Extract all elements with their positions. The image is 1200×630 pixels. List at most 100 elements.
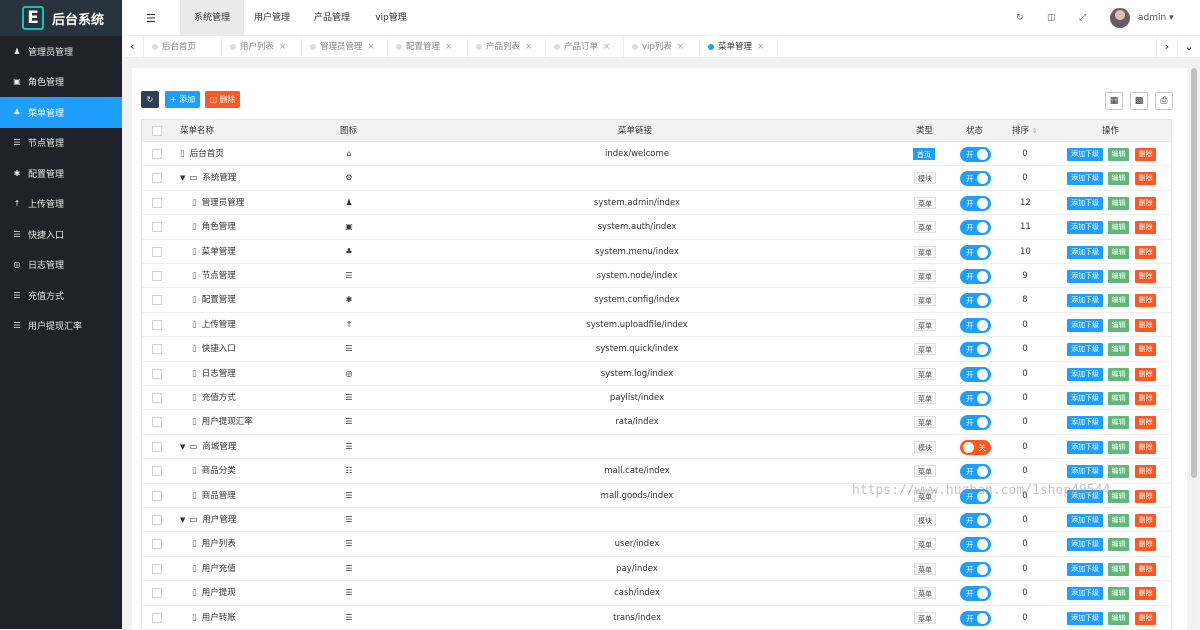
- row-checkbox[interactable]: [152, 466, 162, 477]
- sidebar-item[interactable]: ♣ 菜单管理: [0, 97, 122, 128]
- status-toggle[interactable]: 开: [960, 415, 991, 431]
- row-checkbox[interactable]: [152, 344, 162, 355]
- edit-button[interactable]: 编辑: [1108, 294, 1129, 308]
- sidebar-item[interactable]: ☰ 用户提现汇率: [0, 311, 122, 342]
- delete-row-button[interactable]: 删除: [1135, 245, 1156, 259]
- refresh-icon[interactable]: ↻: [1016, 13, 1024, 23]
- menu-toggle-icon[interactable]: ☰: [146, 12, 156, 25]
- add-child-button[interactable]: 添加下级: [1067, 343, 1103, 357]
- row-checkbox[interactable]: [152, 319, 162, 330]
- caret-down-icon[interactable]: ▼: [180, 174, 185, 182]
- add-child-button[interactable]: 添加下级: [1067, 196, 1103, 210]
- add-child-button[interactable]: 添加下级: [1067, 221, 1103, 235]
- export-icon[interactable]: ▩: [1130, 92, 1148, 110]
- sidebar-item[interactable]: ▣ 角色管理: [0, 67, 122, 98]
- page-tab[interactable]: 用户列表 ×: [222, 36, 302, 58]
- delete-row-button[interactable]: 删除: [1135, 538, 1156, 552]
- sidebar-item[interactable]: ♟ 管理员管理: [0, 36, 122, 67]
- chevron-right-icon[interactable]: ›: [1156, 36, 1178, 58]
- edit-button[interactable]: 编辑: [1108, 148, 1129, 161]
- sidebar-item[interactable]: ↑ 上传管理: [0, 189, 122, 220]
- edit-button[interactable]: 编辑: [1108, 587, 1129, 601]
- scroll-thumb[interactable]: [1191, 68, 1197, 478]
- row-checkbox[interactable]: [152, 563, 162, 574]
- edit-button[interactable]: 编辑: [1108, 245, 1129, 259]
- delete-row-button[interactable]: 删除: [1135, 172, 1156, 186]
- edit-button[interactable]: 编辑: [1108, 196, 1129, 210]
- columns-filter-icon[interactable]: ▦: [1105, 92, 1123, 110]
- status-toggle[interactable]: 开: [960, 391, 991, 406]
- add-child-button[interactable]: 添加下级: [1067, 611, 1103, 625]
- add-child-button[interactable]: 添加下级: [1067, 148, 1103, 161]
- th-sort[interactable]: 排序 ⇕: [1012, 120, 1038, 143]
- row-checkbox[interactable]: [152, 588, 162, 599]
- edit-button[interactable]: 编辑: [1108, 392, 1129, 405]
- status-toggle[interactable]: 开: [960, 220, 991, 236]
- status-toggle[interactable]: 开: [960, 561, 991, 577]
- add-child-button[interactable]: 添加下级: [1067, 245, 1103, 259]
- caret-down-icon[interactable]: ▼: [180, 516, 185, 524]
- sidebar-item[interactable]: ☰ 节点管理: [0, 128, 122, 159]
- close-icon[interactable]: ×: [757, 42, 764, 52]
- top-tab-products[interactable]: 产品管理: [304, 0, 360, 36]
- status-toggle[interactable]: 开: [960, 513, 991, 528]
- delete-row-button[interactable]: 删除: [1135, 587, 1156, 601]
- add-child-button[interactable]: 添加下级: [1067, 514, 1103, 527]
- edit-button[interactable]: 编辑: [1108, 611, 1129, 625]
- delete-row-button[interactable]: 删除: [1135, 514, 1156, 527]
- close-icon[interactable]: ×: [445, 42, 452, 52]
- trash-icon[interactable]: ◫: [1047, 13, 1056, 23]
- sidebar-item[interactable]: ☰ 快捷入口: [0, 219, 122, 250]
- add-child-button[interactable]: 添加下级: [1067, 587, 1103, 601]
- delete-row-button[interactable]: 删除: [1135, 343, 1156, 357]
- edit-button[interactable]: 编辑: [1108, 465, 1129, 479]
- row-checkbox[interactable]: [152, 246, 162, 257]
- add-child-button[interactable]: 添加下级: [1067, 465, 1103, 479]
- row-checkbox[interactable]: [152, 149, 162, 159]
- scrollbar[interactable]: [1190, 68, 1198, 629]
- add-button[interactable]: + 添加: [165, 91, 200, 108]
- close-icon[interactable]: ×: [677, 42, 684, 52]
- caret-down-icon[interactable]: ▼: [180, 443, 185, 451]
- status-toggle[interactable]: 开: [960, 269, 991, 284]
- delete-row-button[interactable]: 删除: [1135, 270, 1156, 283]
- refresh-button[interactable]: ↻: [141, 91, 159, 108]
- select-all-checkbox[interactable]: [152, 126, 162, 136]
- close-icon[interactable]: ×: [279, 42, 286, 52]
- status-toggle[interactable]: 开: [960, 586, 991, 602]
- page-tab[interactable]: 菜单管理 ×: [700, 36, 778, 58]
- row-checkbox[interactable]: [152, 539, 162, 550]
- delete-row-button[interactable]: 删除: [1135, 416, 1156, 430]
- top-tab-users[interactable]: 用户管理: [244, 0, 300, 36]
- status-toggle[interactable]: 开: [960, 342, 991, 358]
- edit-button[interactable]: 编辑: [1108, 440, 1129, 454]
- add-child-button[interactable]: 添加下级: [1067, 538, 1103, 552]
- page-tab[interactable]: vip列表 ×: [624, 36, 700, 58]
- add-child-button[interactable]: 添加下级: [1067, 416, 1103, 430]
- row-checkbox[interactable]: [152, 490, 162, 501]
- row-checkbox[interactable]: [152, 173, 162, 184]
- row-checkbox[interactable]: [152, 612, 162, 623]
- delete-row-button[interactable]: 删除: [1135, 440, 1156, 454]
- delete-row-button[interactable]: 删除: [1135, 489, 1156, 503]
- add-child-button[interactable]: 添加下级: [1067, 172, 1103, 186]
- logo[interactable]: E 后台系统: [0, 0, 122, 36]
- row-checkbox[interactable]: [152, 393, 162, 403]
- edit-button[interactable]: 编辑: [1108, 562, 1129, 576]
- status-toggle[interactable]: 开: [960, 317, 991, 333]
- edit-button[interactable]: 编辑: [1108, 343, 1129, 357]
- status-toggle[interactable]: 开: [960, 464, 991, 480]
- add-child-button[interactable]: 添加下级: [1067, 440, 1103, 454]
- top-tab-system[interactable]: 系统管理: [180, 0, 244, 36]
- edit-button[interactable]: 编辑: [1108, 489, 1129, 503]
- edit-button[interactable]: 编辑: [1108, 514, 1129, 527]
- edit-button[interactable]: 编辑: [1108, 318, 1129, 332]
- row-checkbox[interactable]: [152, 197, 162, 208]
- delete-row-button[interactable]: 删除: [1135, 148, 1156, 161]
- row-checkbox[interactable]: [152, 271, 162, 281]
- row-checkbox[interactable]: [152, 222, 162, 233]
- status-toggle[interactable]: 开: [960, 195, 991, 211]
- delete-row-button[interactable]: 删除: [1135, 392, 1156, 405]
- row-checkbox[interactable]: [152, 368, 162, 379]
- add-child-button[interactable]: 添加下级: [1067, 294, 1103, 308]
